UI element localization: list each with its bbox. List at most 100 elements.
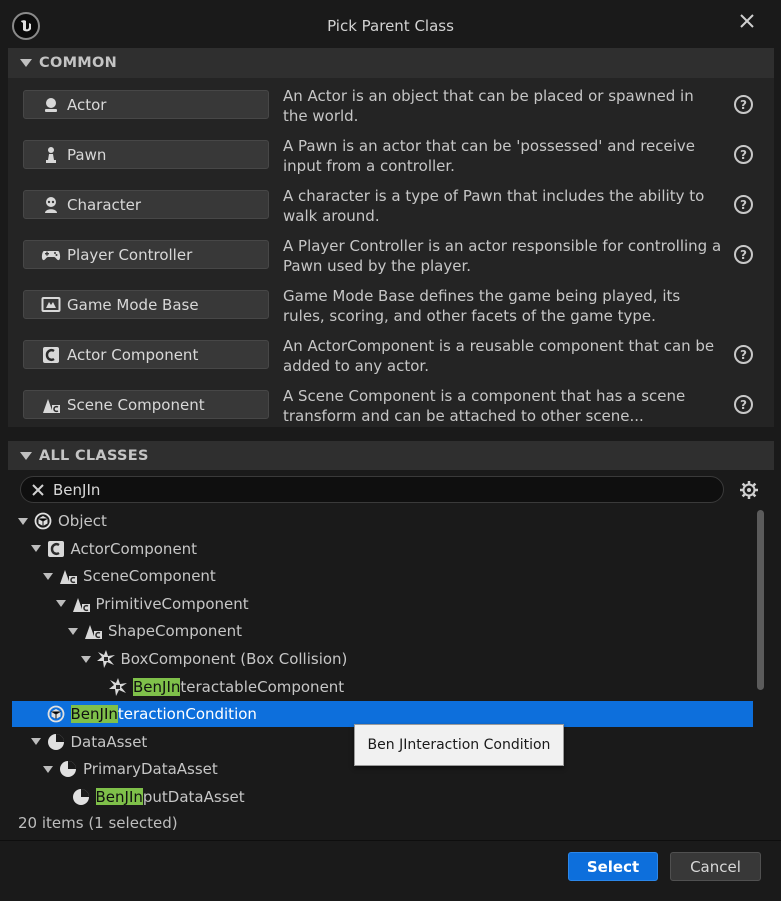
common-class-button[interactable]: Actor: [23, 90, 269, 119]
close-icon: [740, 14, 754, 28]
search-match-highlight: BenJIn: [133, 677, 181, 696]
tree-row[interactable]: ActorComponent: [12, 536, 753, 562]
help-icon[interactable]: ?: [734, 195, 753, 214]
tree-item-text: teractableComponent: [180, 677, 345, 696]
expand-arrow-icon[interactable]: [41, 762, 55, 776]
object-icon: [33, 511, 53, 531]
scene-component-icon: [71, 594, 91, 614]
common-class-button[interactable]: Pawn: [23, 140, 269, 169]
clear-search-button[interactable]: [27, 479, 49, 501]
help-icon[interactable]: ?: [734, 145, 753, 164]
game-mode-icon: [41, 295, 61, 315]
actor-icon: [41, 95, 61, 115]
common-class-description: A Player Controller is an actor responsi…: [283, 237, 722, 275]
expand-arrow-icon[interactable]: [29, 735, 43, 749]
expand-arrow-icon[interactable]: [29, 542, 43, 556]
view-options-button[interactable]: [738, 479, 760, 501]
clear-icon: [32, 483, 44, 496]
all-classes-panel: Object ActorComponent SceneComponent Primit…: [8, 470, 774, 844]
tree-row[interactable]: SceneComponent: [12, 563, 753, 589]
help-icon[interactable]: ?: [734, 245, 753, 264]
tree-item-label: ActorComponent: [71, 540, 198, 558]
common-class-description: A character is a type of Pawn that inclu…: [283, 187, 705, 225]
object-icon: [46, 704, 66, 724]
common-class-description: A Scene Component is a component that ha…: [283, 387, 686, 425]
tree-item-label: BenJInteractableComponent: [133, 677, 345, 696]
data-asset-icon: [58, 759, 78, 779]
common-class-button[interactable]: Character: [23, 190, 269, 219]
status-text: 20 items (1 selected): [18, 814, 178, 832]
tree-scrollbar[interactable]: [757, 510, 764, 690]
search-match-highlight: BenJIn: [95, 788, 143, 805]
pick-parent-class-dialog: Pick Parent Class COMMON Actor An Actor i…: [0, 0, 781, 901]
common-class-label: Pawn: [67, 145, 107, 164]
common-class-label: Actor Component: [67, 345, 199, 364]
tree-item-label: SceneComponent: [83, 567, 216, 585]
common-class-label: Character: [67, 195, 142, 214]
common-section-header[interactable]: COMMON: [8, 48, 774, 78]
help-icon[interactable]: ?: [734, 95, 753, 114]
tree-row[interactable]: BenJInputDataAsset: [12, 784, 753, 805]
select-button[interactable]: Select: [568, 852, 658, 881]
common-class-row: Actor Component An ActorComponent is a re…: [8, 328, 774, 378]
common-class-button[interactable]: Actor Component: [23, 340, 269, 369]
common-class-description: Game Mode Base defines the game being pl…: [283, 287, 681, 325]
tree-row[interactable]: PrimitiveComponent: [12, 591, 753, 617]
common-class-row: Player Controller A Player Controller is …: [8, 228, 774, 278]
pawn-icon: [41, 145, 61, 165]
tree-item-text: Object: [58, 512, 107, 530]
common-class-button[interactable]: Player Controller: [23, 240, 269, 269]
gamepad-icon: [41, 245, 61, 265]
data-asset-icon: [71, 787, 91, 805]
tree-item-label: DataAsset: [71, 733, 148, 751]
tree-item-text: ActorComponent: [70, 539, 198, 558]
class-tooltip: Ben JInteraction Condition: [354, 724, 564, 766]
expand-arrow-icon[interactable]: [54, 597, 68, 611]
tree-row[interactable]: Object: [12, 508, 753, 534]
common-class-label: Game Mode Base: [67, 295, 199, 314]
character-icon: [41, 195, 61, 215]
tree-row[interactable]: BoxComponent (Box Collision): [12, 646, 753, 672]
expand-arrow-icon[interactable]: [66, 624, 80, 638]
collapse-triangle-icon: [20, 452, 32, 460]
common-class-row: Scene Component A Scene Component is a co…: [8, 378, 774, 428]
expand-arrow-icon[interactable]: [41, 569, 55, 583]
common-class-description: A Pawn is an actor that can be 'possesse…: [283, 137, 696, 175]
actor-component-icon: [46, 539, 66, 559]
common-class-label: Player Controller: [67, 245, 193, 264]
common-class-description: An Actor is an object that can be placed…: [283, 87, 694, 125]
box-collision-icon: [96, 649, 116, 669]
tree-item-label: ShapeComponent: [108, 622, 242, 640]
actor-component-icon: [41, 345, 61, 365]
cancel-button[interactable]: Cancel: [670, 852, 761, 881]
tree-item-text: putDataAsset: [142, 788, 245, 805]
tree-item-text: PrimaryDataAsset: [83, 760, 218, 779]
tree-item-text: BoxComponent (Box Collision): [120, 650, 348, 668]
help-icon[interactable]: ?: [734, 395, 753, 414]
close-button[interactable]: [737, 11, 757, 31]
common-class-button[interactable]: Game Mode Base: [23, 290, 269, 319]
search-input[interactable]: [53, 480, 693, 499]
all-classes-section-header[interactable]: ALL CLASSES: [8, 441, 774, 471]
help-icon[interactable]: ?: [734, 345, 753, 364]
title-bar: Pick Parent Class: [0, 0, 781, 47]
common-class-description: An ActorComponent is a reusable componen…: [283, 337, 715, 375]
box-collision-icon: [108, 677, 128, 697]
dialog-title: Pick Parent Class: [327, 17, 454, 35]
scene-component-icon: [41, 395, 61, 415]
common-class-row: Character A character is a type of Pawn t…: [8, 178, 774, 228]
expand-arrow-icon[interactable]: [79, 652, 93, 666]
scene-component-icon: [83, 621, 103, 641]
common-class-button[interactable]: Scene Component: [23, 390, 269, 419]
tree-row[interactable]: ShapeComponent: [12, 618, 753, 644]
footer-divider: [0, 840, 781, 841]
tree-item-text: DataAsset: [70, 732, 148, 751]
expand-arrow-icon[interactable]: [16, 514, 30, 528]
search-box[interactable]: [20, 476, 724, 503]
tree-row[interactable]: BenJInteractableComponent: [12, 674, 753, 700]
common-header-label: COMMON: [39, 55, 118, 71]
tree-item-text: PrimitiveComponent: [95, 594, 249, 613]
